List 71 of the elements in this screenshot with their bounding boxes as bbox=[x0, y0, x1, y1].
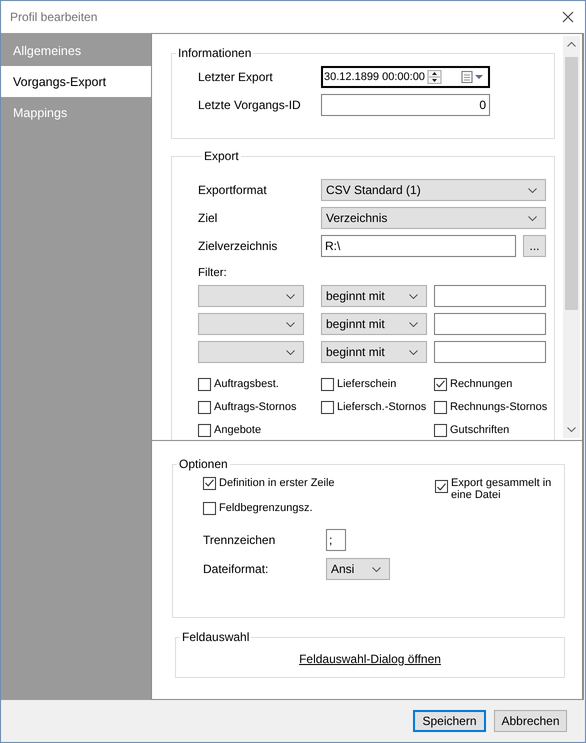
chevron-down-icon bbox=[286, 350, 295, 354]
checkbox-label: Export gesammelt in eine Datei bbox=[451, 477, 552, 501]
chevron-down-icon bbox=[409, 350, 418, 354]
chevron-down-icon bbox=[528, 216, 537, 220]
chevron-down-icon bbox=[286, 294, 295, 298]
operator-dropdown[interactable]: beginnt mit bbox=[321, 313, 427, 335]
filter-field-dropdown[interactable] bbox=[198, 313, 304, 335]
chevron-down-icon bbox=[528, 188, 537, 192]
checkbox[interactable] bbox=[321, 378, 334, 390]
field-label: Letzte Vorgangs-ID bbox=[198, 97, 302, 114]
chevron-down-icon bbox=[409, 322, 418, 326]
id-field[interactable]: 0 bbox=[321, 94, 490, 116]
checkbox[interactable] bbox=[198, 400, 211, 414]
scroll-down-icon[interactable] bbox=[567, 427, 576, 432]
checkbox-label: Lieferschein bbox=[337, 378, 396, 390]
filter-field-dropdown[interactable] bbox=[198, 285, 304, 307]
checkbox-label: Auftrags-Stornos bbox=[214, 401, 297, 413]
close-icon[interactable] bbox=[561, 10, 575, 24]
field-label: Trennzeichen bbox=[203, 532, 276, 549]
checkbox[interactable] bbox=[321, 400, 334, 414]
checkbox[interactable] bbox=[434, 378, 447, 390]
checkbox-label: Gutschriften bbox=[450, 424, 510, 436]
checkbox-label: Auftragsbest. bbox=[214, 378, 279, 390]
checkbox[interactable] bbox=[434, 400, 447, 414]
checkbox-label: Liefersch.-Stornos bbox=[337, 401, 426, 413]
filter-value-field[interactable] bbox=[434, 341, 546, 363]
checkbox-label: Rechnungen bbox=[450, 378, 512, 390]
checkbox[interactable] bbox=[198, 424, 211, 436]
field-label: Exportformat bbox=[198, 182, 268, 199]
checkbox[interactable] bbox=[203, 502, 216, 514]
chevron-down-icon bbox=[286, 322, 295, 326]
separator-field[interactable]: ; bbox=[326, 529, 346, 551]
checkbox[interactable] bbox=[203, 476, 216, 490]
scrollbar-thumb[interactable] bbox=[565, 57, 578, 310]
group-title: Export bbox=[203, 149, 240, 163]
field-label: Ziel bbox=[198, 210, 218, 227]
checkbox-label: Definition in erster Zeile bbox=[219, 477, 335, 489]
group-title: Optionen bbox=[178, 457, 229, 471]
chevron-down-icon bbox=[372, 566, 381, 572]
checkbox-label: Feldbegrenzungsz. bbox=[219, 502, 313, 514]
scrollbar[interactable] bbox=[563, 36, 580, 438]
window-title: Profil bearbeiten bbox=[10, 10, 98, 24]
checkbox[interactable] bbox=[198, 378, 211, 390]
operator-dropdown[interactable]: beginnt mit bbox=[321, 285, 427, 307]
dialog-link[interactable]: Feldauswahl-Dialog öffnen bbox=[299, 652, 441, 666]
dropdown[interactable]: Ansi bbox=[326, 558, 390, 580]
dropdown[interactable]: CSV Standard (1) bbox=[321, 179, 546, 201]
filter-value-field[interactable] bbox=[434, 313, 546, 335]
group-title: Feldauswahl bbox=[181, 630, 250, 644]
operator-dropdown[interactable]: beginnt mit bbox=[321, 341, 427, 363]
dialog-button[interactable]: Abbrechen bbox=[494, 710, 567, 732]
filter-value-field[interactable] bbox=[434, 285, 546, 307]
path-field[interactable]: R:\ bbox=[321, 235, 516, 257]
field-label: Letzter Export bbox=[198, 69, 274, 86]
chevron-down-icon bbox=[409, 294, 418, 298]
checkbox-label: Angebote bbox=[214, 424, 262, 436]
sidebar-item[interactable]: Vorgangs-Export bbox=[1, 66, 151, 97]
filter-field-dropdown[interactable] bbox=[198, 341, 304, 363]
datetime-field[interactable]: 30.12.1899 00:00:00 bbox=[321, 66, 490, 88]
dialog-button[interactable]: Speichern bbox=[413, 710, 486, 732]
field-label: Zielverzeichnis bbox=[198, 238, 278, 255]
field-label: Dateiformat: bbox=[203, 561, 270, 578]
browse-button[interactable]: ... bbox=[523, 235, 546, 257]
scroll-up-icon[interactable] bbox=[567, 42, 576, 47]
checkbox[interactable] bbox=[434, 424, 447, 436]
dropdown[interactable]: Verzeichnis bbox=[321, 207, 546, 229]
checkbox[interactable] bbox=[435, 480, 448, 493]
group-title: Informationen bbox=[177, 46, 252, 60]
checkbox-label: Rechnungs-Stornos bbox=[450, 401, 548, 413]
filter-label: Filter: bbox=[198, 266, 228, 281]
spin-and-calendar-icon[interactable] bbox=[427, 70, 485, 84]
